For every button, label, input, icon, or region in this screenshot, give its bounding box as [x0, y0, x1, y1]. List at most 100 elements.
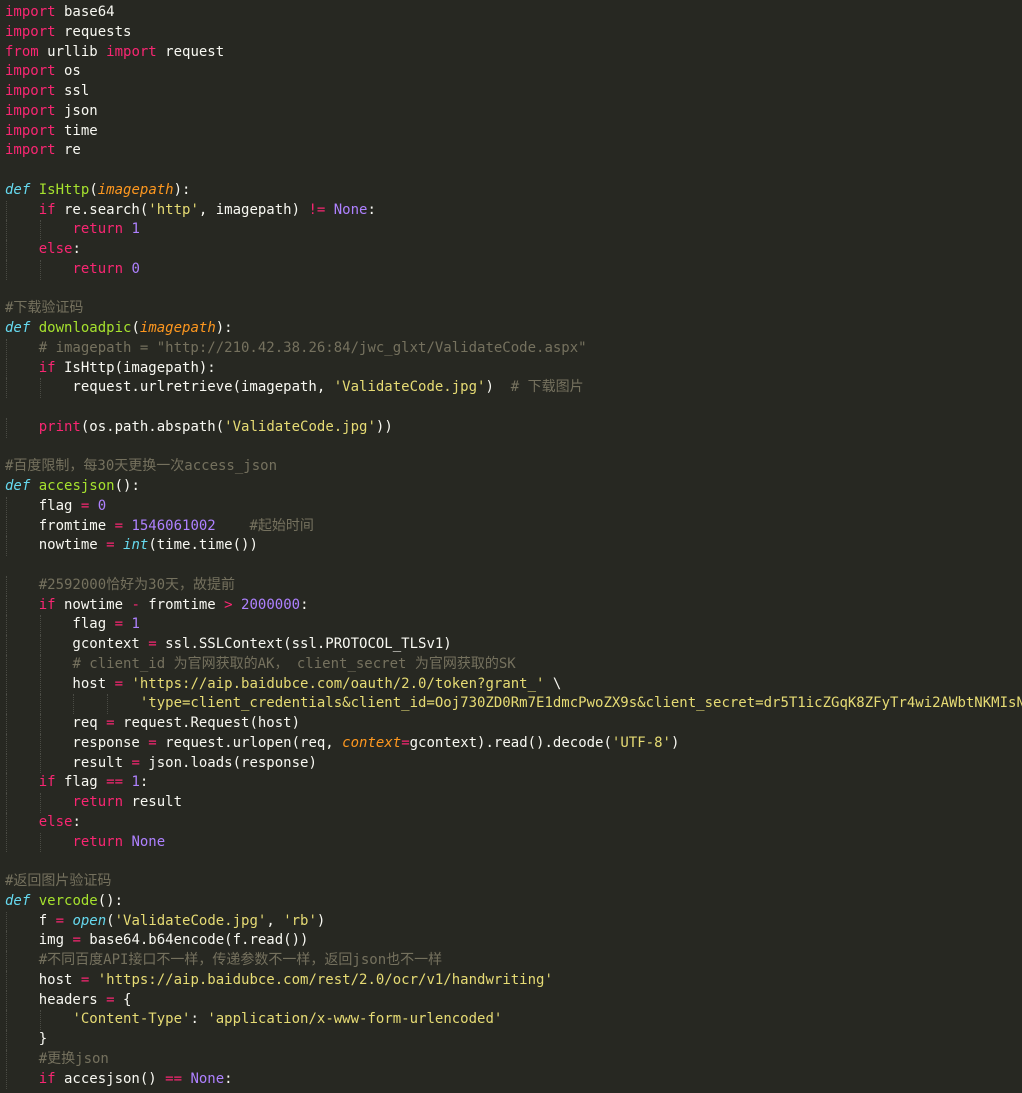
code-token: :: [224, 1070, 233, 1087]
code-line: return result: [0, 793, 1022, 813]
code-line: return None: [0, 832, 1022, 853]
code-token: :: [367, 201, 376, 218]
indent-guide: [39, 753, 41, 774]
code-token: return: [72, 260, 124, 277]
code-token: :: [300, 596, 309, 613]
code-token: ():: [114, 478, 140, 494]
code-line: #下载验证码: [0, 299, 1022, 319]
code-token: # imagepath = "http://210.42.38.26:84/jw…: [38, 339, 587, 356]
code-token: # 下载图片: [510, 379, 584, 396]
indent-guide: [6, 970, 7, 991]
code-token: IsHttp: [38, 181, 90, 198]
code-line: #百度限制，每30天更换一次access_json: [0, 457, 1022, 477]
indent-guide: [6, 694, 7, 714]
code-token: return: [72, 794, 124, 810]
code-token: if: [38, 774, 56, 791]
indent-guide: [6, 753, 7, 774]
code-token: 'ValidateCode.jpg': [224, 418, 376, 435]
indent-guide: [6, 536, 7, 556]
code-token: 1: [131, 221, 140, 238]
code-token: def: [5, 320, 31, 336]
code-token: flag: [5, 497, 81, 514]
code-token: #起始时间: [249, 517, 314, 534]
indent-guide: [6, 990, 7, 1011]
code-token: json.loads(response): [139, 754, 317, 771]
code-token: host: [5, 971, 81, 988]
code-token: import: [5, 63, 56, 80]
code-token: f: [5, 912, 56, 929]
code-token: #不同百度API接口不一样，传递参数不一样，返回json也不一样: [38, 952, 443, 968]
indent-guide: [6, 635, 7, 655]
code-token: 'UTF-8': [611, 734, 671, 751]
code-token: re.search(: [55, 201, 149, 218]
code-line: if nowtime - fromtime > 2000000:: [0, 595, 1022, 616]
code-token: :: [72, 813, 81, 830]
indent-guide: [39, 733, 41, 754]
code-token: else: [38, 813, 73, 830]
code-token: import: [5, 142, 56, 159]
code-token: int: [123, 537, 149, 554]
code-line: if accesjson() == None:: [0, 1069, 1022, 1090]
code-token: ==: [165, 1070, 183, 1087]
indent-guide: [39, 220, 41, 240]
code-line: import os: [0, 62, 1022, 82]
indent-guide: [6, 951, 7, 971]
code-token: (: [131, 320, 140, 336]
code-token: if: [38, 1070, 56, 1087]
code-line: def vercode():: [0, 892, 1022, 912]
code-line: else:: [0, 240, 1022, 260]
indent-guide: [39, 694, 41, 714]
indent-guide: [6, 812, 7, 833]
code-token: imagepath: [97, 181, 174, 198]
code-line: def IsHttp(imagepath):: [0, 181, 1022, 201]
code-token: None: [131, 833, 166, 850]
code-token: =: [106, 715, 115, 731]
code-editor[interactable]: import base64 import requests from urllib …: [0, 0, 1022, 1093]
code-line: if IsHttp(imagepath):: [0, 358, 1022, 379]
code-token: None: [333, 201, 368, 218]
code-token: 'Content-Type': [72, 1011, 191, 1028]
code-token: 'https://aip.baidubce.com/oauth/2.0/toke…: [131, 675, 545, 692]
code-token: #2592000恰好为30天，故提前: [38, 576, 236, 593]
code-token: )): [375, 418, 393, 435]
code-token: import: [5, 102, 56, 119]
indent-guide: [6, 516, 7, 537]
code-token: 2000000: [241, 596, 301, 613]
code-token: 0: [97, 497, 107, 514]
code-token: import: [5, 4, 56, 20]
code-token: import: [5, 122, 56, 139]
indent-guide: [6, 911, 7, 932]
code-line: else:: [0, 812, 1022, 833]
code-token: request.urlopen(req,: [156, 734, 343, 751]
code-token: ==: [106, 774, 124, 791]
code-token: req: [5, 715, 107, 731]
code-token: =: [106, 991, 115, 1008]
code-line: f = open('ValidateCode.jpg', 'rb'): [0, 911, 1022, 932]
code-token: return: [72, 833, 124, 850]
code-token: =: [114, 517, 124, 534]
code-line: req = request.Request(host): [0, 714, 1022, 734]
code-token: =: [148, 636, 157, 652]
code-token: 'application/x-www-form-urlencoded': [207, 1011, 503, 1028]
indent-guide: [6, 575, 7, 596]
code-token: request.Request(host): [114, 715, 301, 731]
code-line: import base64: [0, 3, 1022, 23]
indent-guide: [6, 773, 7, 793]
